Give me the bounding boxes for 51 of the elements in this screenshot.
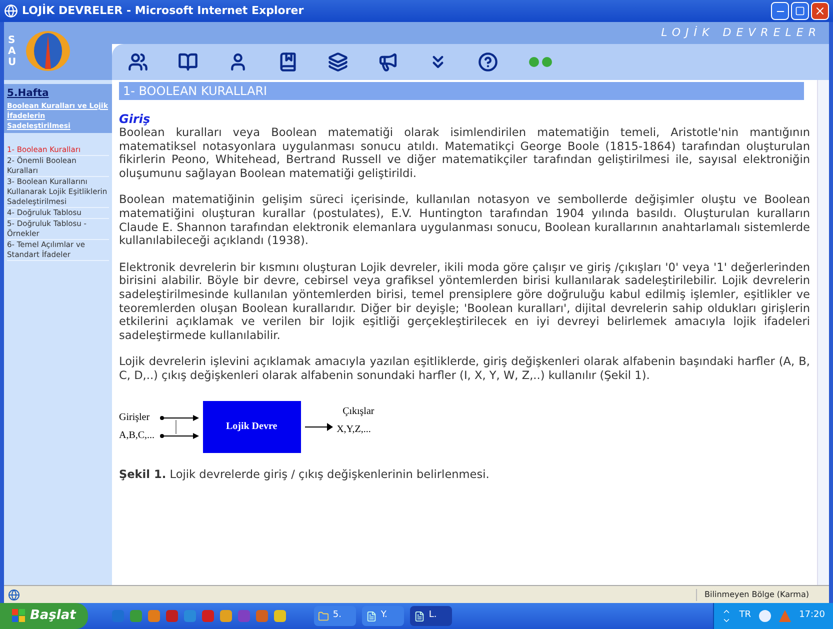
security-zone: Bilinmeyen Bölge (Karma): [696, 588, 809, 600]
book-icon[interactable]: [178, 52, 198, 72]
logo-text: SAU: [8, 34, 18, 68]
chevron-down-icon[interactable]: [722, 616, 732, 625]
clock: 17:20: [799, 609, 825, 622]
tray-icon[interactable]: [759, 610, 772, 622]
quick-launch-icon[interactable]: [274, 610, 286, 622]
outputs-label: Çıkışlar: [342, 404, 374, 418]
week-title: 5.Hafta: [7, 87, 50, 101]
inputs-label: Girişler: [119, 410, 151, 424]
paragraph: Elektronik devrelerin bir kısmını oluşturan Lojik devreler, ikili moda göre çalışır ve giriş /çıkışları '0' veya '1' değerlerinden birisini alabilir. Böyle bir devre, cebirsel veya grafiksel yöntemlerden birisi kullanılarak sadeleştirilebilir. Lojik devrelerin sadeleştirilmesinde kullanılan yöntemlerden birisi, temel prensiplere göre doğruluğu kabul edilmiş işlemler, eşitlikler ve teoremlerden oluşan Boolean kurallarıdır. Diğer bir deyişle; 'Boolean kuralları', dijital devrelerin sahip oldukları girişlerin etkilerini açıklamak ve verilen bir lojik eşitliği gerçekleştirilecek en iyi devreyi belirlemek amacıyla lojik ifadeleri sadeleştirmede kullanılabilir.: [119, 260, 810, 342]
document-icon: [366, 610, 377, 622]
outputs-text: X,Y,Z,...: [336, 422, 372, 436]
start-button[interactable]: Başlat: [0, 603, 88, 629]
maximize-button[interactable]: [791, 2, 809, 20]
banner-title: LOJİK DEVRELER: [661, 24, 821, 41]
windows-logo-icon: [12, 609, 26, 623]
logo-icon: [24, 29, 72, 73]
window-title: LOJİK DEVRELER - Microsoft Internet Explorer: [22, 2, 304, 19]
paragraph: Boolean kuralları veya Boolean matematiği olarak isimlendirilen matematiğin temeli, Aristotle'nin mantığının matematiksel notasyonlara uygulanması sonucu atıldı. Matematikçi George Boole (1815-1864) tarafından oluşturulan fikirlerin Peono, Whitehead, Bertrand Russell ve diğer matematikçiler tarafından geliştirilmesi ile, sayısal elektroniğin oluşumunu sağlayan Boolean matematiği geliştirildi.: [119, 126, 810, 180]
close-button[interactable]: [811, 2, 829, 20]
subheading: Giriş: [119, 112, 152, 126]
scrollbar[interactable]: [817, 80, 829, 585]
taskbar-button[interactable]: Y.: [362, 606, 404, 626]
figure-caption: Şekil 1. Lojik devrelerde giriş / çıkış değişkenlerinin belirlenmesi.: [119, 466, 490, 482]
output-arrow-icon: [304, 422, 333, 430]
browser-icon: [4, 4, 18, 18]
folder-icon: [318, 610, 329, 622]
document-icon: [414, 610, 425, 622]
close-icon: [814, 5, 826, 17]
help-icon[interactable]: [478, 52, 498, 72]
quick-launch-icon[interactable]: [130, 610, 142, 622]
bookmark-icon[interactable]: [278, 52, 298, 72]
paragraph: Lojik devrelerin işlevini açıklamak amacıyla yazılan eşitliklerde, giriş değişkenleri olarak alfabenin başındaki harfler (A, B, C, D,..) çıkış değişkenleri olarak alfabenin sonundaki harfler (I, X, Y, W, Z,..) kullanılır (Şekil 1).: [119, 355, 810, 382]
inputs-text: A,B,C,...: [119, 428, 155, 442]
chevron-up-icon[interactable]: [722, 607, 732, 616]
person-icon[interactable]: [228, 52, 248, 72]
minimize-button[interactable]: [771, 2, 789, 20]
maximize-icon: [795, 6, 805, 16]
quick-launch-icon[interactable]: [220, 610, 232, 622]
paragraph: Boolean matematiğinin gelişim süreci içerisinde, kullanılan notasyon ve sembollerde değişimler oluştu ve Boolean matematiğini oluşturan kurallar (postulates), E.V. Huntington tarafından 1904 yılında basıldı. Oluşturulan kuralların Claude E. Shannon tarafından elektronik elemanlara uygulanması sonucu, Boolean kurallarının anahtarlamalı sistemlerde kullanılabileceği açıklandı (1938).: [119, 193, 810, 248]
section-heading: 1- BOOLEAN KURALLARI: [119, 82, 804, 100]
navigation-arrows-icon[interactable]: [528, 56, 554, 68]
page-icon: [8, 588, 20, 600]
layers-icon[interactable]: [328, 52, 348, 72]
quick-launch-icon[interactable]: [148, 610, 160, 622]
logic-circuit-block: Lojik Devre: [202, 400, 301, 452]
users-icon[interactable]: [128, 52, 148, 72]
taskbar-button[interactable]: 5.: [314, 606, 356, 626]
megaphone-icon[interactable]: [378, 52, 398, 72]
taskbar-button[interactable]: L.: [410, 606, 452, 626]
